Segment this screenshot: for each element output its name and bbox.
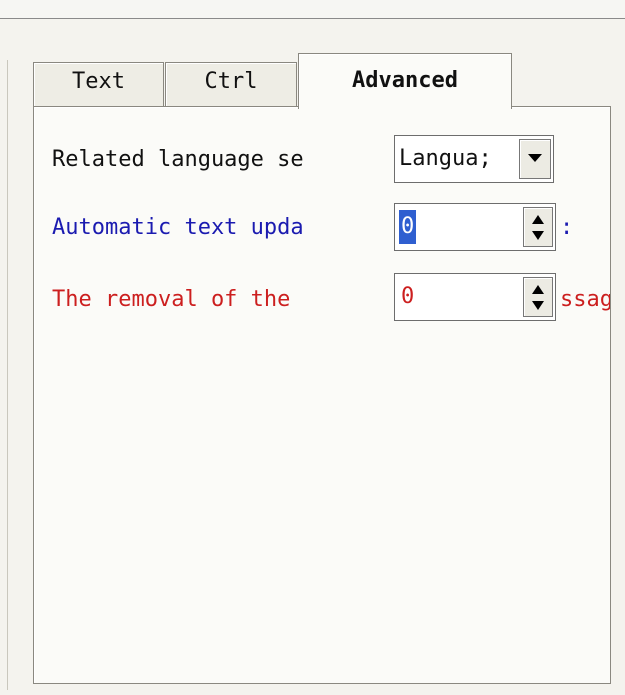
- removal-spinbox[interactable]: 0: [394, 273, 556, 321]
- language-label: Related language se: [52, 147, 304, 172]
- arrow-down-icon[interactable]: [530, 299, 546, 313]
- window-top-bar: [0, 0, 625, 18]
- auto-update-suffix: :: [560, 215, 574, 240]
- removal-suffix: ssag: [560, 287, 610, 312]
- tab-bar: Text Ctrl Advanced: [33, 48, 533, 109]
- tab-ctrl[interactable]: Ctrl: [165, 62, 297, 106]
- auto-update-spin-buttons[interactable]: [523, 207, 553, 247]
- advanced-panel: Related language se Langua; Automatic te…: [33, 106, 611, 684]
- removal-spin-buttons[interactable]: [523, 277, 553, 317]
- removal-value[interactable]: 0: [399, 280, 416, 314]
- arrow-up-icon[interactable]: [530, 212, 546, 226]
- language-select-value: Langua;: [399, 146, 492, 171]
- removal-label: The removal of the: [52, 287, 291, 312]
- auto-update-label: Automatic text upda: [52, 215, 304, 240]
- chevron-down-icon: [528, 154, 542, 162]
- dropdown-button[interactable]: [519, 139, 551, 179]
- tab-text[interactable]: Text: [33, 62, 164, 106]
- top-divider: [0, 18, 625, 19]
- tab-advanced[interactable]: Advanced: [298, 53, 512, 109]
- language-select[interactable]: Langua;: [394, 135, 554, 183]
- auto-update-value[interactable]: 0: [399, 210, 417, 244]
- arrow-up-icon[interactable]: [530, 282, 546, 296]
- arrow-down-icon[interactable]: [530, 229, 546, 243]
- left-border: [7, 60, 8, 690]
- auto-update-spinbox[interactable]: 0: [394, 203, 556, 251]
